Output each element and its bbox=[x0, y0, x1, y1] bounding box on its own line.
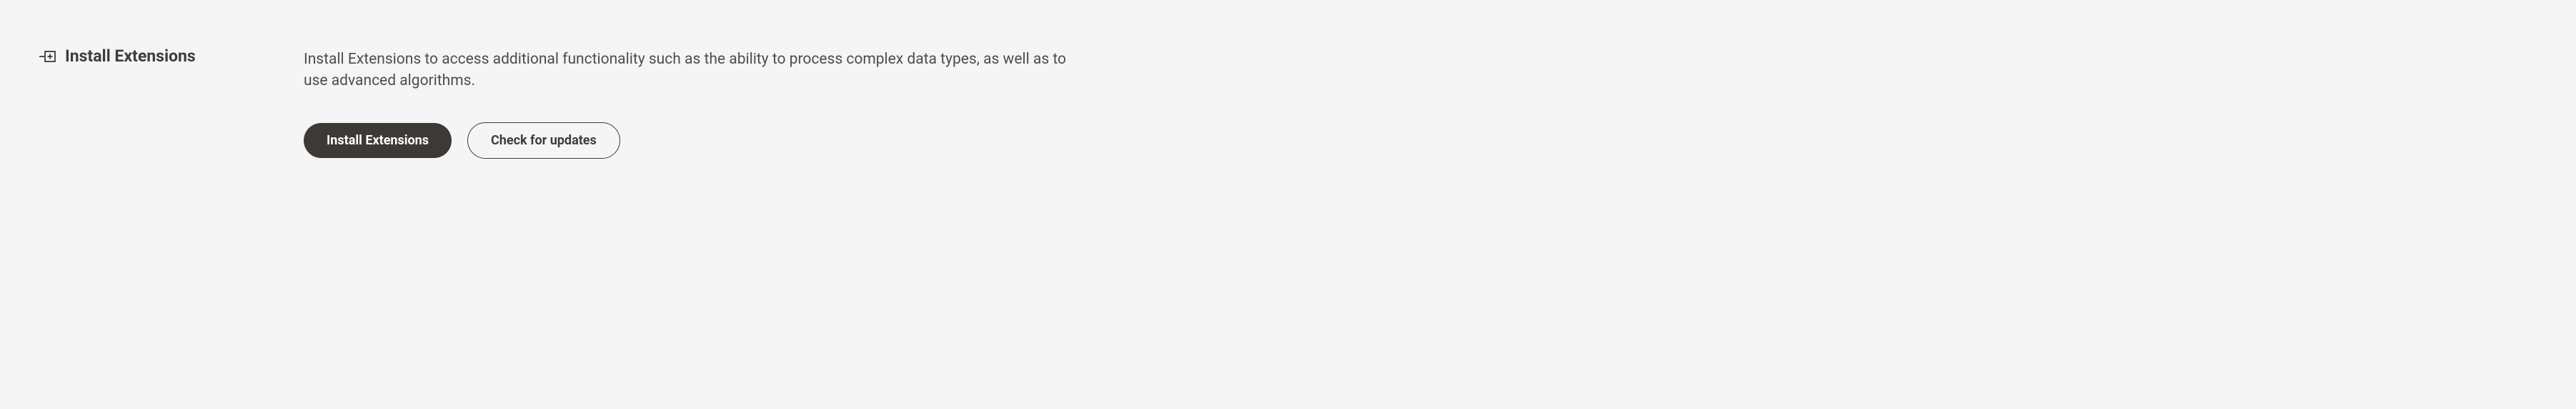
section-description: Install Extensions to access additional … bbox=[304, 49, 1090, 92]
button-row: Install Extensions Check for updates bbox=[304, 122, 1090, 159]
install-extensions-button[interactable]: Install Extensions bbox=[304, 123, 452, 158]
install-extension-icon bbox=[39, 50, 56, 63]
section-header: Install Extensions bbox=[39, 46, 304, 66]
section-title: Install Extensions bbox=[65, 46, 196, 66]
check-updates-button[interactable]: Check for updates bbox=[467, 122, 620, 159]
section-content: Install Extensions to access additional … bbox=[304, 46, 1090, 159]
